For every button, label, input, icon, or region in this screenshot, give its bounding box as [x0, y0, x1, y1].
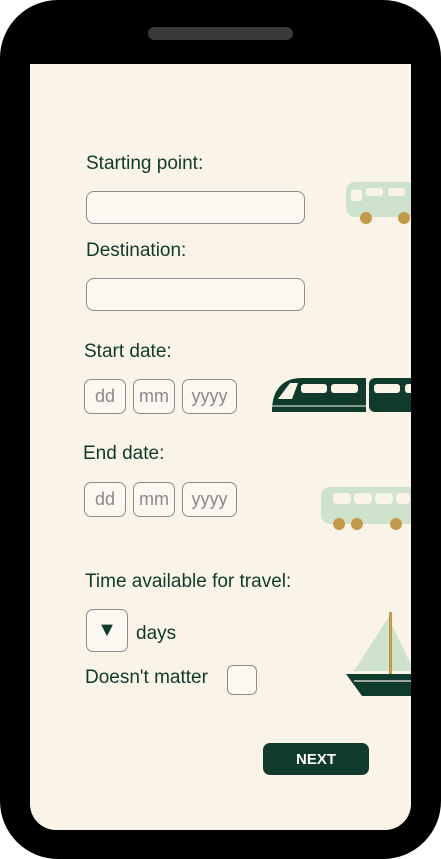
- doesnt-matter-checkbox[interactable]: [227, 665, 257, 695]
- starting-point-input[interactable]: [86, 191, 305, 224]
- sailboat-icon: [346, 612, 411, 696]
- start-date-label: Start date:: [84, 341, 172, 362]
- doesnt-matter-label: Doesn't matter: [85, 667, 208, 688]
- start-day-input[interactable]: dd: [84, 379, 126, 414]
- start-year-input[interactable]: yyyy: [182, 379, 237, 414]
- bus-icon: [321, 487, 411, 530]
- app-screen: Starting point: Destination: Start date:…: [30, 64, 411, 830]
- train-icon: [272, 378, 411, 412]
- time-available-label: Time available for travel:: [85, 571, 292, 592]
- days-dropdown[interactable]: ▼: [86, 609, 128, 652]
- start-month-input[interactable]: mm: [133, 379, 175, 414]
- destination-label: Destination:: [86, 240, 187, 261]
- next-button[interactable]: NEXT: [263, 743, 369, 775]
- end-year-input[interactable]: yyyy: [182, 482, 237, 517]
- days-unit-label: days: [136, 623, 177, 644]
- phone-frame: Starting point: Destination: Start date:…: [0, 0, 441, 859]
- dropdown-arrow-icon: ▼: [97, 619, 117, 641]
- destination-input[interactable]: [86, 278, 305, 311]
- end-month-input[interactable]: mm: [133, 482, 175, 517]
- starting-point-label: Starting point:: [86, 153, 204, 174]
- phone-speaker: [148, 27, 293, 40]
- bus-icon: [346, 182, 411, 224]
- end-date-label: End date:: [83, 443, 165, 464]
- end-day-input[interactable]: dd: [84, 482, 126, 517]
